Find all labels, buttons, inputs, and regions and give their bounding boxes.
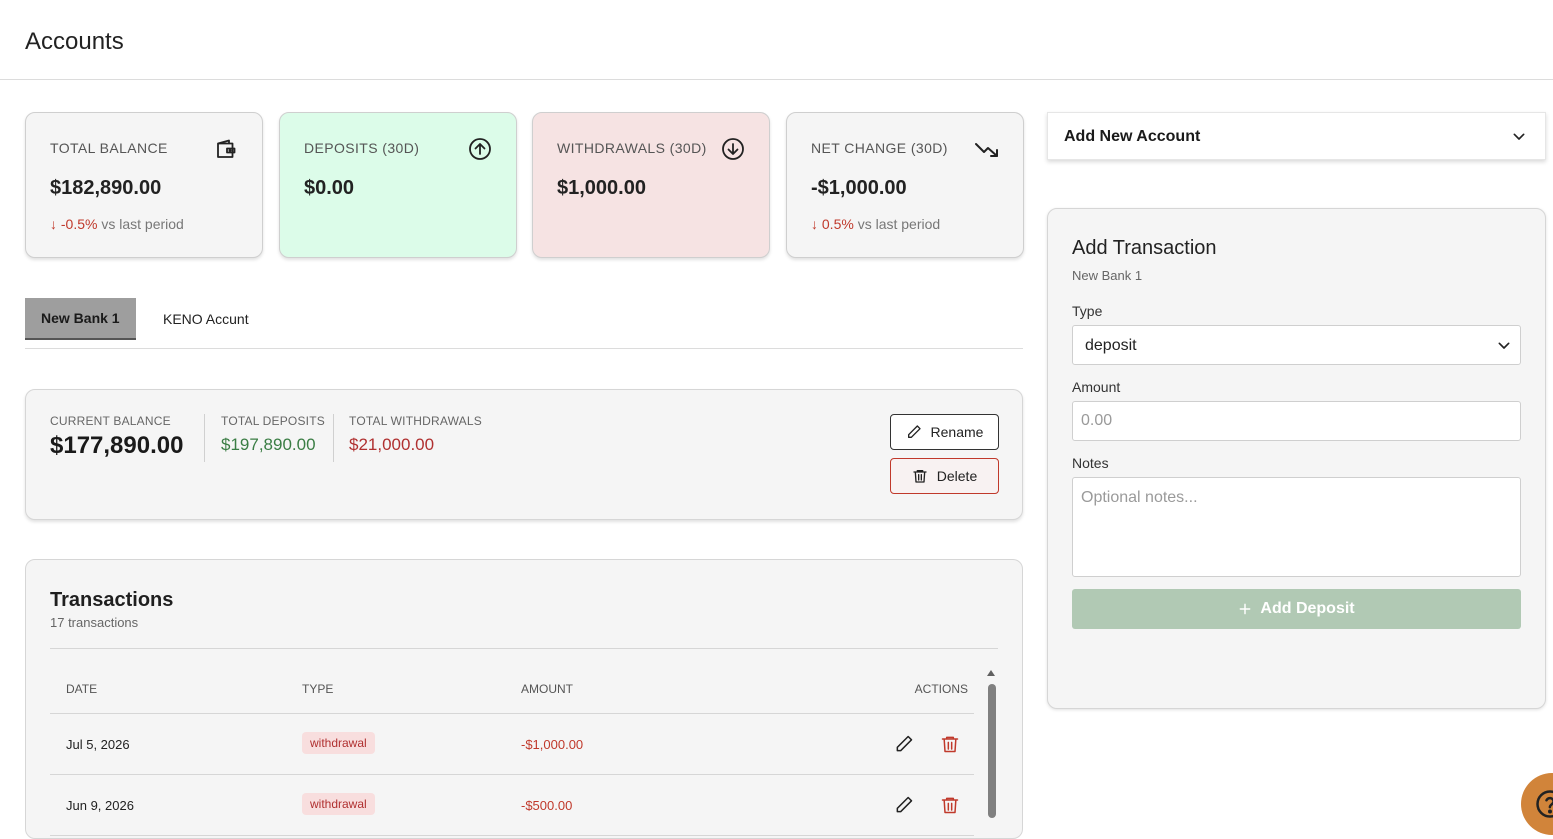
scroll-up-arrow[interactable] — [987, 670, 995, 676]
current-balance-label: CURRENT BALANCE — [50, 414, 183, 428]
add-new-account-label: Add New Account — [1064, 128, 1200, 146]
stat-value: $1,000.00 — [557, 177, 646, 200]
stat-label: DEPOSITS (30D) — [304, 140, 419, 156]
total-deposits-label: TOTAL DEPOSITS — [221, 414, 325, 428]
row-date: Jul 5, 2026 — [66, 737, 130, 752]
form-title: Add Transaction — [1072, 237, 1217, 260]
add-deposit-label: Add Deposit — [1260, 600, 1354, 618]
type-label: Type — [1072, 303, 1102, 319]
divider — [333, 414, 334, 462]
amount-input[interactable] — [1072, 401, 1521, 441]
stat-label: WITHDRAWALS (30D) — [557, 140, 707, 156]
scrollbar-thumb[interactable] — [988, 684, 996, 818]
type-select[interactable]: deposit — [1072, 325, 1521, 365]
divider — [204, 414, 205, 462]
table-row: Jul 5, 2026 withdrawal -$1,000.00 — [50, 714, 974, 775]
trash-icon — [912, 468, 928, 484]
stat-value: $182,890.00 — [50, 177, 161, 200]
plus-icon — [1238, 602, 1252, 616]
wallet-icon — [214, 137, 238, 161]
change-suffix: vs last period — [101, 216, 183, 232]
column-actions: ACTIONS — [915, 682, 968, 696]
transactions-count: 17 transactions — [50, 615, 138, 630]
page-title: Accounts — [25, 28, 124, 56]
help-icon — [1535, 789, 1553, 819]
row-date: Jun 9, 2026 — [66, 798, 134, 813]
account-summary-panel: CURRENT BALANCE $177,890.00 TOTAL DEPOSI… — [25, 389, 1023, 520]
trending-down-icon — [975, 137, 999, 161]
stat-value: $0.00 — [304, 177, 354, 200]
total-withdrawals-label: TOTAL WITHDRAWALS — [349, 414, 482, 428]
stat-change: ↓ -0.5% vs last period — [50, 216, 184, 232]
change-suffix: vs last period — [858, 216, 940, 232]
pencil-icon — [906, 424, 922, 440]
rename-button[interactable]: Rename — [890, 414, 999, 450]
chevron-down-icon — [1511, 129, 1527, 145]
stat-card-total-balance: TOTAL BALANCE $182,890.00 ↓ -0.5% vs las… — [25, 112, 263, 258]
delete-button[interactable]: Delete — [890, 458, 999, 494]
arrow-up-circle-icon — [468, 137, 492, 161]
row-amount: -$500.00 — [521, 798, 572, 813]
notes-label: Notes — [1072, 455, 1109, 471]
rename-label: Rename — [931, 424, 984, 440]
transactions-title: Transactions — [50, 589, 173, 612]
row-amount: -$1,000.00 — [521, 737, 583, 752]
stat-label: NET CHANGE (30D) — [811, 140, 948, 156]
delete-label: Delete — [937, 468, 977, 484]
edit-icon[interactable] — [894, 795, 914, 815]
change-value: 0.5% — [822, 216, 854, 232]
total-withdrawals: TOTAL WITHDRAWALS $21,000.00 — [349, 414, 482, 455]
amount-label: Amount — [1072, 379, 1120, 395]
help-button[interactable] — [1521, 773, 1553, 835]
stat-card-withdrawals: WITHDRAWALS (30D) $1,000.00 — [532, 112, 770, 258]
notes-input[interactable] — [1072, 477, 1521, 577]
transactions-panel: Transactions 17 transactions DATE TYPE A… — [25, 559, 1023, 839]
chevron-down-icon — [1496, 338, 1512, 354]
current-balance: CURRENT BALANCE $177,890.00 — [50, 414, 183, 460]
divider — [50, 648, 998, 649]
column-date: DATE — [66, 682, 97, 696]
delete-icon[interactable] — [940, 734, 960, 754]
edit-icon[interactable] — [894, 734, 914, 754]
change-value: -0.5% — [61, 216, 98, 232]
column-type: TYPE — [302, 682, 333, 696]
arrow-down-circle-icon — [721, 137, 745, 161]
change-arrow: ↓ — [811, 216, 818, 232]
delete-icon[interactable] — [940, 795, 960, 815]
tab-keno-accunt[interactable]: KENO Accunt — [147, 298, 265, 340]
stat-change: ↓ 0.5% vs last period — [811, 216, 940, 232]
current-balance-value: $177,890.00 — [50, 432, 183, 460]
type-badge: withdrawal — [302, 793, 375, 815]
table-row: Jun 9, 2026 withdrawal -$500.00 — [50, 775, 974, 836]
add-transaction-form: Add Transaction New Bank 1 Type deposit … — [1047, 208, 1546, 709]
stat-card-deposits: DEPOSITS (30D) $0.00 — [279, 112, 517, 258]
total-withdrawals-value: $21,000.00 — [349, 435, 482, 455]
stat-value: -$1,000.00 — [811, 177, 907, 200]
add-deposit-button[interactable]: Add Deposit — [1072, 589, 1521, 629]
change-arrow: ↓ — [50, 216, 57, 232]
form-subtitle: New Bank 1 — [1072, 268, 1142, 283]
stat-card-net-change: NET CHANGE (30D) -$1,000.00 ↓ 0.5% vs la… — [786, 112, 1024, 258]
add-new-account-toggle[interactable]: Add New Account — [1047, 112, 1546, 160]
table-header: DATE TYPE AMOUNT ACTIONS — [50, 670, 974, 714]
top-bar: Accounts — [0, 0, 1553, 80]
column-amount: AMOUNT — [521, 682, 573, 696]
type-badge: withdrawal — [302, 732, 375, 754]
account-tabs: New Bank 1 KENO Accunt — [25, 298, 1023, 349]
tab-new-bank-1[interactable]: New Bank 1 — [25, 298, 136, 340]
total-deposits-value: $197,890.00 — [221, 435, 325, 455]
type-select-value: deposit — [1085, 337, 1137, 355]
total-deposits: TOTAL DEPOSITS $197,890.00 — [221, 414, 325, 455]
stat-label: TOTAL BALANCE — [50, 140, 168, 156]
